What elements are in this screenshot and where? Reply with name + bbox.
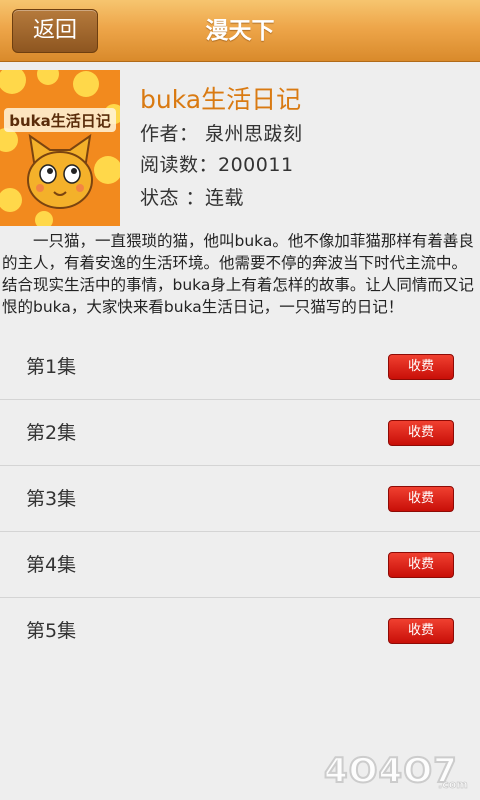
svg-text:.com: .com: [438, 778, 468, 791]
cover-illustration: [0, 70, 120, 226]
comic-detail-page: 返回 漫天下 buka生活日记 buka生活日记 作者： 泉州思跋刻 阅读数：2…: [0, 0, 480, 800]
fee-button[interactable]: 收费: [388, 618, 454, 644]
episode-label: 第4集: [26, 554, 77, 576]
comic-description: 一只猫，一直猥琐的猫，他叫buka。他不像加菲猫那样有着善良的主人，有着安逸的生…: [2, 232, 474, 316]
episode-row[interactable]: 第2集 收费: [0, 400, 480, 466]
episode-row[interactable]: 第4集 收费: [0, 532, 480, 598]
author-line: 作者： 泉州思跋刻: [140, 123, 303, 145]
fee-button[interactable]: 收费: [388, 552, 454, 578]
fee-button[interactable]: 收费: [388, 420, 454, 446]
episode-label: 第1集: [26, 356, 77, 378]
fee-button[interactable]: 收费: [388, 354, 454, 380]
episode-label: 第3集: [26, 488, 77, 510]
status-line: 状态 ：连载: [140, 187, 245, 209]
episode-list: 第1集 收费 第2集 收费 第3集 收费 第4集 收费 第5集 收费: [0, 334, 480, 664]
comic-title: buka生活日记: [140, 85, 302, 114]
episode-row[interactable]: 第5集 收费: [0, 598, 480, 664]
episode-label: 第5集: [26, 620, 77, 642]
fee-button[interactable]: 收费: [388, 486, 454, 512]
episode-row[interactable]: 第3集 收费: [0, 466, 480, 532]
cover-title-text: buka生活日记: [9, 112, 111, 130]
episode-label: 第2集: [26, 422, 77, 444]
site-watermark-logo: 4O4O7 .com: [323, 750, 468, 792]
comic-cover-image: buka生活日记: [0, 70, 120, 226]
top-bar: 返回 漫天下: [0, 0, 480, 62]
episode-row[interactable]: 第1集 收费: [0, 334, 480, 400]
back-button[interactable]: 返回: [12, 9, 98, 53]
read-count-line: 阅读数：200011: [140, 154, 294, 176]
